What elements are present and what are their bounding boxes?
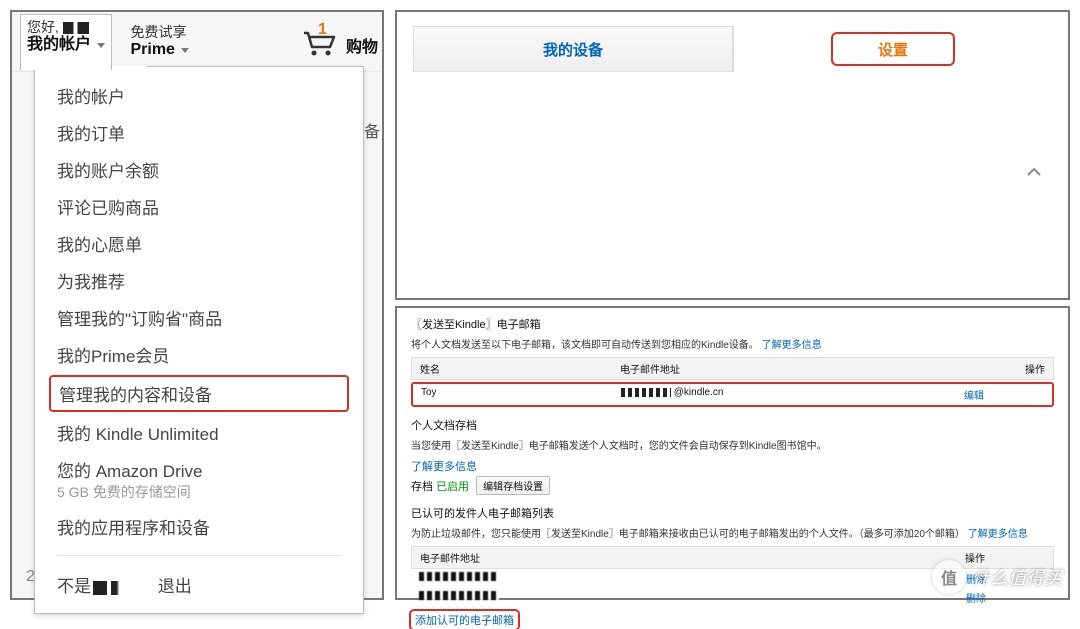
account-label: 我的帐户 <box>27 36 91 53</box>
tabs-panel: 我的设备 设置 <box>395 10 1070 300</box>
approved-desc: 为防止垃圾邮件，您只能使用〖发送至Kindle〗电子邮箱来接收由已认可的电子邮箱… <box>411 525 1054 540</box>
prime-label: Prime <box>130 41 174 58</box>
username-redacted <box>63 22 89 34</box>
cart-link[interactable]: 1 购物 <box>300 27 382 57</box>
learn-more-link[interactable]: 了解更多信息 <box>762 340 822 351</box>
kindle-settings-panel: 〖发送至Kindle〗电子邮箱 将个人文档发送至以下电子邮箱，该文档即可自动传送… <box>395 306 1070 600</box>
menu-bottom-row: 不是 退出 <box>35 566 363 603</box>
th-name: 姓名 <box>420 361 620 376</box>
prime-try-label: 免费试享 <box>130 24 189 41</box>
add-approved-email-link[interactable]: 添加认可的电子邮箱 <box>411 611 518 629</box>
th-email: 电子邮件地址 <box>620 361 965 376</box>
menu-item-kindle-unlimited[interactable]: 我的 Kindle Unlimited <box>35 414 363 451</box>
watermark-badge: 值 <box>932 560 966 594</box>
th-email: 电子邮件地址 <box>420 550 965 565</box>
archive-status-label: 存档 <box>411 481 433 493</box>
drive-title: 您的 Amazon Drive <box>57 462 202 481</box>
send-to-kindle-title: 〖发送至Kindle〗电子邮箱 <box>411 316 1054 332</box>
username-redacted <box>93 581 107 595</box>
left-composite-panel: 您好, 我的帐户 免费试享 Prime 1 购物 设备 我的帐户 我的订单 我的… <box>10 10 384 600</box>
th-action: 操作 <box>965 361 1045 376</box>
smzdm-watermark: 值 什么值得买 <box>932 560 1062 594</box>
menu-item-manage-content-devices[interactable]: 管理我的内容和设备 <box>49 375 349 412</box>
email-domain: @kindle.cn <box>674 387 724 398</box>
archive-status-value: 已启用 <box>436 481 469 493</box>
menu-divider <box>57 555 341 556</box>
account-dropdown-trigger[interactable]: 您好, 我的帐户 <box>20 14 112 70</box>
archive-status-row: 存档 已启用 编辑存档设置 <box>411 476 1054 495</box>
tab-settings[interactable]: 设置 <box>833 34 953 64</box>
email-redacted <box>419 572 499 581</box>
collapse-caret-icon[interactable] <box>1026 164 1042 180</box>
menu-item-account[interactable]: 我的帐户 <box>35 77 363 114</box>
edit-archive-button[interactable]: 编辑存档设置 <box>476 476 550 495</box>
site-header: 您好, 我的帐户 免费试享 Prime 1 购物 <box>12 12 382 72</box>
kindle-email-table: 姓名 电子邮件地址 操作 Toy @kindle.cn 编辑 <box>411 357 1054 407</box>
logout-link[interactable]: 退出 <box>158 577 192 596</box>
tab-settings-wrap: 设置 <box>733 26 1052 72</box>
cart-count: 1 <box>318 21 327 39</box>
menu-item-orders[interactable]: 我的订单 <box>35 114 363 151</box>
archive-section: 个人文档存档 当您使用〖发送至Kindle〗电子邮箱发送个人文档时，您的文件会自… <box>411 417 1054 495</box>
menu-item-subscribe-save[interactable]: 管理我的"订购省"商品 <box>35 299 363 336</box>
email-redacted <box>419 591 499 600</box>
cart-label: 购物 <box>346 33 378 57</box>
edit-link[interactable]: 编辑 <box>964 387 1044 402</box>
username-redacted <box>111 581 125 595</box>
learn-more-link[interactable]: 了解更多信息 <box>968 529 1028 540</box>
menu-item-balance[interactable]: 我的账户余额 <box>35 151 363 188</box>
menu-item-reviews[interactable]: 评论已购商品 <box>35 188 363 225</box>
menu-item-wishlist[interactable]: 我的心愿单 <box>35 225 363 262</box>
archive-desc: 当您使用〖发送至Kindle〗电子邮箱发送个人文档时，您的文件会自动保存到Kin… <box>411 437 1054 452</box>
cell-name: Toy <box>421 387 621 402</box>
tab-my-devices[interactable]: 我的设备 <box>413 26 733 72</box>
menu-item-amazon-drive[interactable]: 您的 Amazon Drive 5 GB 免费的存储空间 <box>35 451 363 508</box>
cart-icon: 1 <box>300 27 344 57</box>
chevron-down-icon <box>181 48 189 53</box>
drive-subtitle: 5 GB 免费的存储空间 <box>57 484 191 500</box>
table-header: 姓名 电子邮件地址 操作 <box>411 357 1054 380</box>
archive-title: 个人文档存档 <box>411 417 1054 433</box>
menu-item-prime-member[interactable]: 我的Prime会员 <box>35 336 363 373</box>
desc-text: 将个人文档发送至以下电子邮箱，该文档即可自动传送到您相应的Kindle设备。 <box>411 340 759 351</box>
send-to-kindle-desc: 将个人文档发送至以下电子邮箱，该文档即可自动传送到您相应的Kindle设备。 了… <box>411 336 1054 351</box>
approved-desc-text: 为防止垃圾邮件，您只能使用〖发送至Kindle〗电子邮箱来接收由已认可的电子邮箱… <box>411 529 965 540</box>
menu-item-recommend[interactable]: 为我推荐 <box>35 262 363 299</box>
tabs-row: 我的设备 设置 <box>413 26 1052 72</box>
account-dropdown-menu: 我的帐户 我的订单 我的账户余额 评论已购商品 我的心愿单 为我推荐 管理我的"… <box>34 66 364 614</box>
menu-item-apps-devices[interactable]: 我的应用程序和设备 <box>35 508 363 545</box>
greeting: 您好, <box>27 19 59 35</box>
approved-title: 已认可的发件人电子邮箱列表 <box>411 505 1054 521</box>
table-row: Toy @kindle.cn 编辑 <box>411 382 1054 407</box>
chevron-down-icon <box>97 43 105 48</box>
cell-email: @kindle.cn <box>621 387 964 402</box>
email-redacted <box>621 388 671 397</box>
watermark-text: 什么值得买 <box>972 564 1062 590</box>
learn-more-link[interactable]: 了解更多信息 <box>411 458 1054 474</box>
prime-link[interactable]: 免费试享 Prime <box>130 24 189 60</box>
not-user-prefix: 不是 <box>57 577 91 596</box>
